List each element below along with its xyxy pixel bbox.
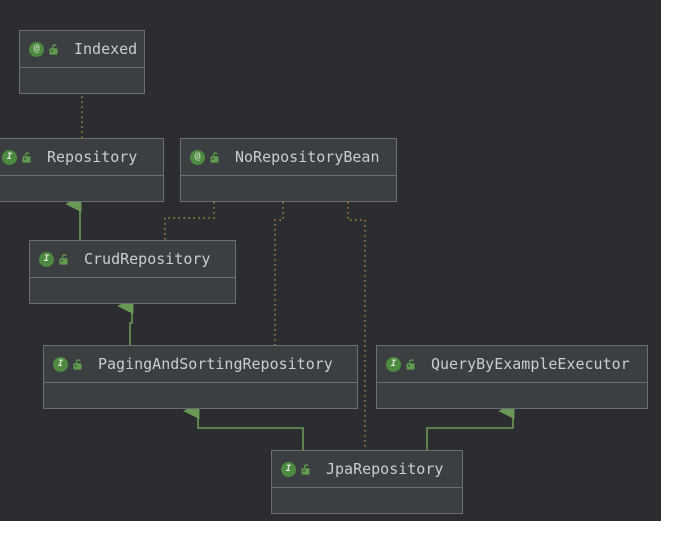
node-body — [30, 278, 235, 340]
node-body — [0, 176, 163, 238]
interface-i-glyph: I — [39, 251, 54, 267]
node-body — [20, 68, 144, 130]
interface-i-glyph: I — [2, 149, 17, 165]
uml-node-query-by-example-executor[interactable]: I QueryByExampleExecutor — [376, 345, 648, 409]
annotation-at-icon: @ — [29, 41, 44, 57]
node-body — [272, 488, 462, 550]
interface-i-glyph: I — [53, 356, 68, 372]
lock-public-icon — [405, 357, 417, 371]
node-header: I Repository — [0, 139, 163, 176]
uml-node-jpa-repository[interactable]: I JpaRepository — [271, 450, 463, 514]
node-header: @ Indexed — [20, 31, 144, 68]
interface-i-glyph: I — [281, 461, 296, 477]
interface-i-icon: I — [386, 356, 401, 372]
node-label: Indexed — [74, 40, 138, 58]
uml-node-repository[interactable]: I Repository — [0, 138, 164, 202]
node-body — [44, 383, 357, 445]
annotation-at-icon: @ — [190, 149, 205, 165]
uml-node-indexed[interactable]: @ Indexed — [19, 30, 145, 94]
node-header: I QueryByExampleExecutor — [377, 346, 647, 383]
node-body — [181, 176, 396, 238]
node-header: I CrudRepository — [30, 241, 235, 278]
node-header: I PagingAndSortingRepository — [44, 346, 357, 383]
uml-diagram-canvas[interactable]: @ Indexed I Repository @ NoRepositoryBea… — [0, 0, 661, 521]
node-body — [377, 383, 647, 445]
interface-i-icon: I — [39, 251, 54, 267]
node-header: I JpaRepository — [272, 451, 462, 488]
node-header: @ NoRepositoryBean — [181, 139, 396, 176]
lock-public-icon — [58, 252, 70, 266]
uml-node-no-repository-bean[interactable]: @ NoRepositoryBean — [180, 138, 397, 202]
uml-node-crud-repository[interactable]: I CrudRepository — [29, 240, 236, 304]
interface-i-glyph: I — [386, 356, 401, 372]
node-label: QueryByExampleExecutor — [431, 355, 630, 373]
lock-public-icon — [48, 42, 60, 56]
annotation-at-glyph: @ — [29, 41, 44, 57]
node-label: PagingAndSortingRepository — [98, 355, 333, 373]
lock-public-icon — [209, 150, 221, 164]
node-label: JpaRepository — [326, 460, 444, 478]
annotation-at-glyph: @ — [190, 149, 205, 165]
lock-public-icon — [72, 357, 84, 371]
node-label: NoRepositoryBean — [235, 148, 380, 166]
lock-public-icon — [21, 150, 33, 164]
uml-node-paging-and-sorting-repository[interactable]: I PagingAndSortingRepository — [43, 345, 358, 409]
lock-public-icon — [300, 462, 312, 476]
interface-i-icon: I — [281, 461, 296, 477]
node-label: CrudRepository — [84, 250, 211, 268]
interface-i-icon: I — [53, 356, 68, 372]
node-label: Repository — [47, 148, 138, 166]
interface-i-icon: I — [2, 149, 17, 165]
